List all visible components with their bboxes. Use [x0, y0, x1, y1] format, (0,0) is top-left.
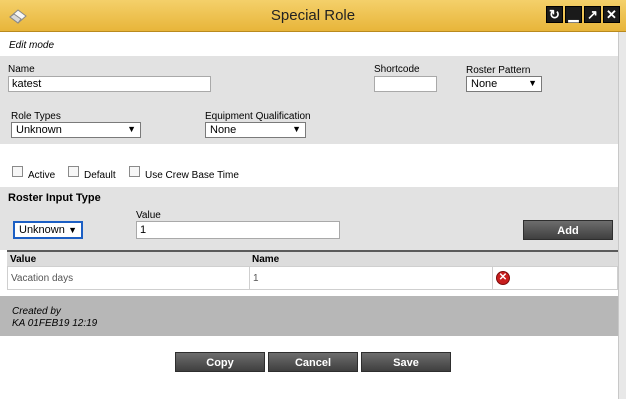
roster-input-panel: Roster Input Type Unknown ▼ Value Add	[0, 187, 618, 250]
cell-value: Vacation days	[11, 273, 74, 284]
value-label: Value	[136, 210, 161, 221]
dropdown-arrow-icon: ▼	[528, 78, 537, 88]
minimize-icon[interactable]: ▁	[565, 6, 582, 23]
refresh-icon[interactable]: ↻	[546, 6, 563, 23]
created-by-panel: Created by KA 01FEB19 12:19	[0, 296, 618, 336]
equipment-qualification-select[interactable]: None ▼	[205, 122, 306, 138]
title-bar: Special Role ↻ ▁ ↗ ✕	[0, 0, 626, 32]
column-header-name: Name	[252, 254, 280, 265]
column-divider	[249, 267, 250, 289]
save-button[interactable]: Save	[361, 352, 451, 372]
close-icon[interactable]: ✕	[603, 6, 620, 23]
role-types-select[interactable]: Unknown ▼	[11, 122, 141, 138]
dropdown-arrow-icon: ▼	[292, 124, 301, 134]
roster-input-heading: Roster Input Type	[8, 192, 101, 204]
created-by-info: KA 01FEB19 12:19	[12, 318, 98, 329]
default-checkbox[interactable]	[68, 166, 79, 177]
add-button[interactable]: Add	[523, 220, 613, 240]
use-crew-base-time-label: Use Crew Base Time	[145, 170, 239, 181]
shortcode-input[interactable]	[374, 76, 437, 92]
scrollbar[interactable]	[618, 32, 626, 399]
shortcode-label: Shortcode	[374, 64, 420, 75]
mode-label: Edit mode	[9, 40, 55, 51]
roster-pattern-value: None	[471, 78, 498, 90]
role-types-label: Role Types	[11, 111, 61, 122]
table-header: Value Name	[7, 250, 618, 266]
value-input[interactable]	[136, 221, 340, 239]
copy-button[interactable]: Copy	[175, 352, 265, 372]
cancel-button[interactable]: Cancel	[268, 352, 358, 372]
equipment-qualification-label: Equipment Qualification	[205, 111, 311, 122]
cell-name: 1	[253, 273, 259, 284]
name-input[interactable]	[8, 76, 211, 92]
roster-input-type-value: Unknown	[19, 224, 65, 236]
main-fields-panel: Name Shortcode Roster Pattern None ▼ Rol…	[0, 56, 618, 144]
column-header-value: Value	[10, 254, 37, 265]
equipment-qualification-value: None	[210, 124, 237, 136]
window-title: Special Role	[270, 7, 356, 24]
dropdown-arrow-icon: ▼	[127, 124, 136, 134]
active-label: Active	[28, 170, 56, 181]
roster-pattern-label: Roster Pattern	[466, 65, 531, 76]
maximize-icon[interactable]: ↗	[584, 6, 601, 23]
use-crew-base-time-checkbox[interactable]	[129, 166, 140, 177]
created-by-label: Created by	[12, 306, 61, 317]
name-label: Name	[8, 64, 35, 75]
roster-input-type-select[interactable]: Unknown ▼	[13, 221, 83, 239]
delete-icon[interactable]: ✕	[496, 271, 510, 285]
roster-pattern-select[interactable]: None ▼	[466, 76, 542, 92]
active-checkbox[interactable]	[12, 166, 23, 177]
table-row[interactable]: Vacation days 1 ✕	[7, 266, 618, 290]
default-label: Default	[84, 170, 116, 181]
column-divider	[492, 267, 493, 289]
dropdown-arrow-icon: ▼	[68, 225, 77, 235]
role-types-value: Unknown	[16, 124, 62, 136]
